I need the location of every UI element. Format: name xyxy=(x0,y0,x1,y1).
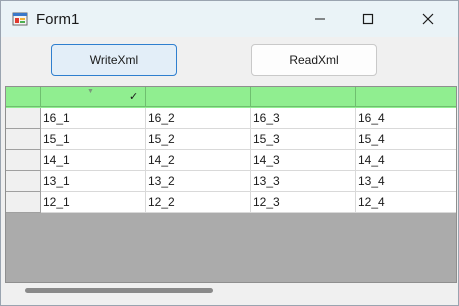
minimize-icon xyxy=(315,18,325,20)
form-window: Form1 WriteXml ReadXml ▼ ✓ 16_1 16_2 16_… xyxy=(0,0,459,306)
table-row[interactable]: 12_1 12_2 12_3 12_4 xyxy=(6,192,456,213)
window-title: Form1 xyxy=(36,11,80,28)
grid-cell[interactable]: 15_4 xyxy=(356,129,456,150)
column-header-2[interactable] xyxy=(146,87,251,107)
write-xml-button[interactable]: WriteXml xyxy=(51,44,177,76)
column-header-4[interactable] xyxy=(356,87,456,107)
read-xml-button[interactable]: ReadXml xyxy=(251,44,377,76)
grid-cell[interactable]: 13_3 xyxy=(251,171,356,192)
table-row[interactable]: 13_1 13_2 13_3 13_4 xyxy=(6,171,456,192)
close-icon xyxy=(422,13,434,25)
maximize-button[interactable] xyxy=(345,1,391,37)
column-header-1[interactable]: ▼ ✓ xyxy=(41,87,146,107)
grid-cell[interactable]: 13_4 xyxy=(356,171,456,192)
sort-arrow-icon: ▼ xyxy=(87,88,94,95)
row-header[interactable] xyxy=(6,108,41,129)
row-header[interactable] xyxy=(6,171,41,192)
grid-cell[interactable]: 12_4 xyxy=(356,192,456,213)
grid-cell[interactable]: 15_3 xyxy=(251,129,356,150)
grid-cell[interactable]: 15_1 xyxy=(41,129,146,150)
grid-cell[interactable]: 14_3 xyxy=(251,150,356,171)
horizontal-scrollbar[interactable] xyxy=(5,283,457,299)
grid-cell[interactable]: 16_4 xyxy=(356,108,456,129)
grid-cell[interactable]: 16_3 xyxy=(251,108,356,129)
row-header[interactable] xyxy=(6,150,41,171)
table-row[interactable]: 16_1 16_2 16_3 16_4 xyxy=(6,108,456,129)
minimize-button[interactable] xyxy=(297,1,343,37)
column-header-3[interactable] xyxy=(251,87,356,107)
close-button[interactable] xyxy=(405,1,451,37)
grid-cell[interactable]: 16_1 xyxy=(41,108,146,129)
title-bar[interactable]: Form1 xyxy=(1,1,458,37)
table-row[interactable]: 14_1 14_2 14_3 14_4 xyxy=(6,150,456,171)
grid-cell[interactable]: 13_1 xyxy=(41,171,146,192)
row-header[interactable] xyxy=(6,192,41,213)
grid-cell[interactable]: 16_2 xyxy=(146,108,251,129)
winforms-app-icon xyxy=(12,12,28,26)
table-row[interactable]: 15_1 15_2 15_3 15_4 xyxy=(6,129,456,150)
data-grid-view[interactable]: ▼ ✓ 16_1 16_2 16_3 16_4 15_1 15_2 15_3 1… xyxy=(5,86,457,283)
scrollbar-thumb[interactable] xyxy=(25,288,213,293)
grid-cell[interactable]: 15_2 xyxy=(146,129,251,150)
top-left-header-cell[interactable] xyxy=(6,87,41,107)
grid-header-row: ▼ ✓ xyxy=(6,87,456,108)
row-header[interactable] xyxy=(6,129,41,150)
grid-cell[interactable]: 14_2 xyxy=(146,150,251,171)
check-mark-icon: ✓ xyxy=(129,91,139,103)
maximize-icon xyxy=(362,13,374,25)
grid-cell[interactable]: 12_2 xyxy=(146,192,251,213)
grid-cell[interactable]: 14_4 xyxy=(356,150,456,171)
grid-cell[interactable]: 12_1 xyxy=(41,192,146,213)
grid-cell[interactable]: 14_1 xyxy=(41,150,146,171)
grid-cell[interactable]: 12_3 xyxy=(251,192,356,213)
grid-cell[interactable]: 13_2 xyxy=(146,171,251,192)
